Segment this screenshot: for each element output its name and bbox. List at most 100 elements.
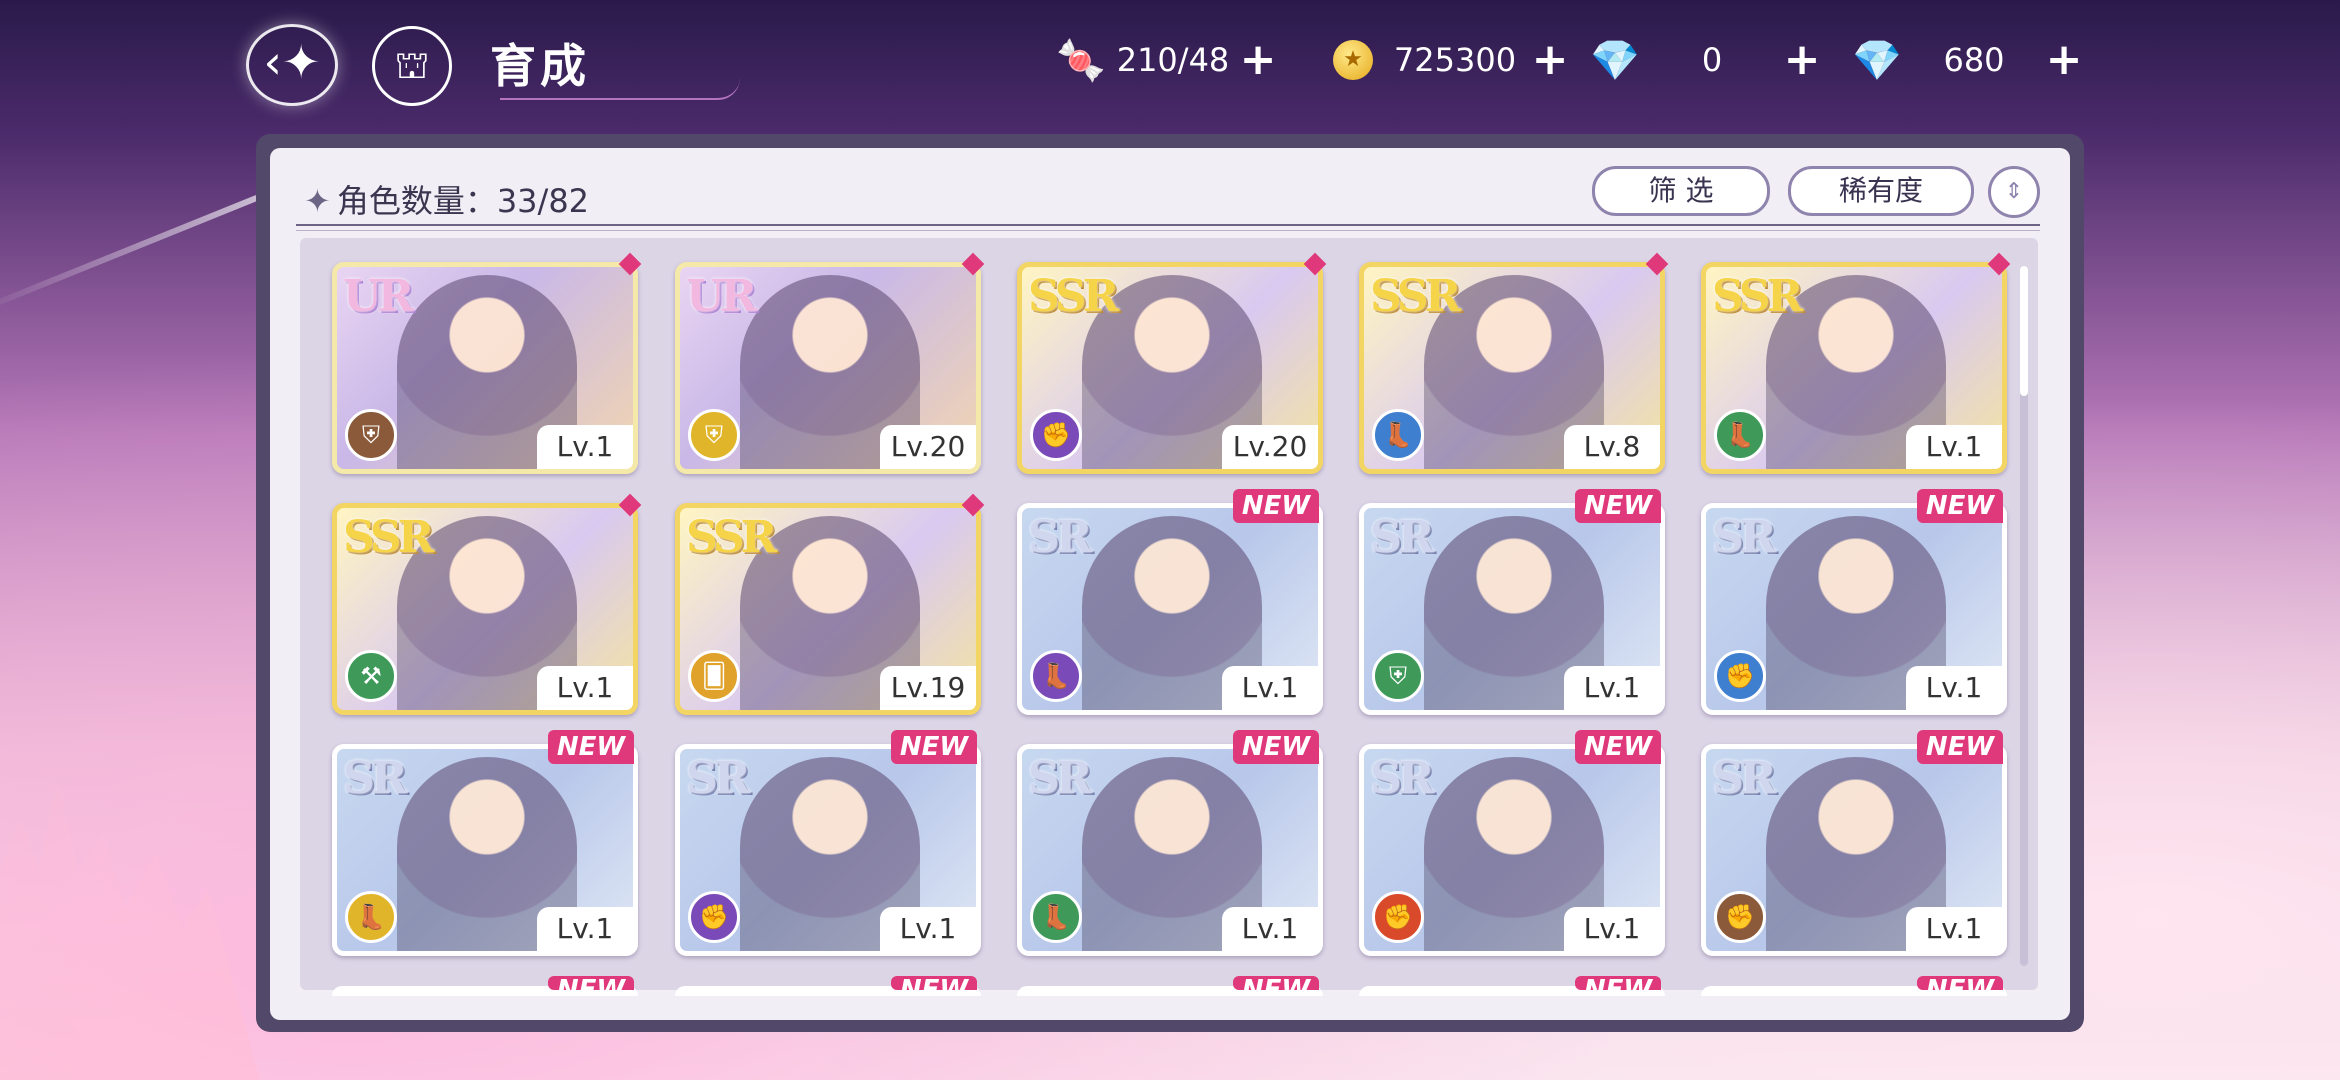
rarity-label: UR: [686, 271, 757, 322]
rarity-label: SR: [1712, 512, 1776, 563]
fist-role-icon: ✊: [1714, 650, 1766, 702]
new-badge: NEW: [1917, 976, 2003, 990]
coin-icon: ★: [1333, 40, 1373, 80]
level-label: Lv.8: [1564, 425, 1660, 469]
character-card[interactable]: SR ⛨ Lv.1: [1359, 503, 1665, 715]
castle-icon: ⛫: [394, 43, 430, 87]
character-card[interactable]: SR 👢 Lv.1: [332, 744, 638, 956]
home-button[interactable]: ⛫: [372, 26, 452, 106]
level-label: Lv.1: [1906, 425, 2002, 469]
character-card[interactable]: SR ✊ Lv.1: [1359, 744, 1665, 956]
new-badge: NEW: [1233, 976, 1319, 990]
fist-role-icon: ✊: [1030, 409, 1082, 461]
character-card[interactable]: SR 👢 Lv.1: [1017, 744, 1323, 956]
character-card[interactable]: UR ⛨ Lv.20: [675, 262, 981, 474]
level-label: Lv.1: [1906, 907, 2002, 951]
fist-role-icon: ✊: [1372, 891, 1424, 943]
new-badge: NEW: [1575, 976, 1661, 990]
back-arrow-icon: ‹✦: [263, 35, 321, 89]
grid-scrollbar[interactable]: [2020, 266, 2028, 966]
level-label: Lv.1: [880, 907, 976, 951]
character-card[interactable]: SR ✊ Lv.1: [675, 744, 981, 956]
character-card[interactable]: SR ✊ Lv.1: [1701, 744, 2007, 956]
currency-value: 0: [1701, 41, 1723, 79]
shield-role-icon: ⛨: [688, 409, 740, 461]
level-label: Lv.1: [1564, 666, 1660, 710]
fist-role-icon: ✊: [688, 891, 740, 943]
level-label: Lv.1: [1222, 666, 1318, 710]
character-card[interactable]: SSR 🂠 Lv.19: [675, 503, 981, 715]
rarity-label: SR: [1028, 512, 1092, 563]
currency-candy: 🍬 210/48 +: [1054, 34, 1278, 86]
rarity-label: UR: [343, 271, 414, 322]
rarity-label: SSR: [343, 512, 434, 563]
character-card[interactable]: SR ✊ Lv.1: [1701, 503, 2007, 715]
rarity-label: SSR: [1028, 271, 1119, 322]
character-card[interactable]: SSR ⚒ Lv.1: [332, 503, 638, 715]
new-badge: NEW: [1575, 730, 1661, 764]
sparkle-icon: ✦: [304, 182, 331, 220]
new-badge: NEW: [1233, 489, 1319, 523]
pink-gem-icon: 💎: [1590, 37, 1640, 84]
rarity-label: SR: [1370, 753, 1434, 804]
new-badge: NEW: [1233, 730, 1319, 764]
background-castle: [0, 776, 260, 1080]
rarity-label: SSR: [1370, 271, 1461, 322]
character-count: ✦ 角色数量：33/82: [304, 176, 589, 222]
new-badge: NEW: [891, 730, 977, 764]
sort-rarity-button[interactable]: 稀有度: [1788, 166, 1974, 216]
header-divider: [296, 224, 2040, 231]
rarity-label: SR: [1028, 753, 1092, 804]
boot-role-icon: 👢: [1030, 891, 1082, 943]
character-card[interactable]: SSR 👢 Lv.8: [1359, 262, 1665, 474]
level-label: Lv.20: [880, 425, 976, 469]
new-badge: NEW: [891, 976, 977, 990]
currency-value: 210/48: [1116, 41, 1230, 79]
level-label: Lv.1: [1222, 907, 1318, 951]
add-coin-button[interactable]: +: [1530, 38, 1570, 82]
boot-role-icon: 👢: [345, 891, 397, 943]
rarity-label: SSR: [686, 512, 777, 563]
boot-role-icon: 👢: [1030, 650, 1082, 702]
currency-value: 680: [1943, 41, 2005, 79]
add-pink-gem-button[interactable]: +: [1782, 38, 1822, 82]
level-label: Lv.1: [537, 907, 633, 951]
level-label: Lv.20: [1222, 425, 1318, 469]
shield-role-icon: ⛨: [345, 409, 397, 461]
new-badge: NEW: [1917, 730, 2003, 764]
new-badge: NEW: [548, 730, 634, 764]
sort-arrows-icon: ⇕: [2004, 179, 2024, 204]
scrollbar-thumb[interactable]: [2020, 266, 2028, 396]
rarity-label: SR: [343, 753, 407, 804]
character-card[interactable]: SR 👢 Lv.1: [1017, 503, 1323, 715]
sort-order-toggle[interactable]: ⇕: [1988, 166, 2040, 218]
currency-value: 725300: [1393, 41, 1517, 79]
add-candy-button[interactable]: +: [1238, 38, 1278, 82]
shield-role-icon: ⛨: [1372, 650, 1424, 702]
character-card[interactable]: UR ⛨ Lv.1: [332, 262, 638, 474]
boot-role-icon: 👢: [1372, 409, 1424, 461]
currency-blue-gem: 💎 680 +: [1850, 34, 2084, 86]
rarity-label: SR: [686, 753, 750, 804]
currency-pink-gem: 💎 0 +: [1588, 34, 1822, 86]
add-blue-gem-button[interactable]: +: [2044, 38, 2084, 82]
back-button[interactable]: ‹✦: [246, 24, 338, 106]
rarity-label: SSR: [1712, 271, 1803, 322]
level-label: Lv.1: [1564, 907, 1660, 951]
character-card[interactable]: SSR ✊ Lv.20: [1017, 262, 1323, 474]
top-bar: ‹✦ ⛫ 育成 🍬 210/48 + ★ 725300 + 💎 0 + 💎 68…: [0, 0, 2340, 130]
boot-role-icon: 👢: [1714, 409, 1766, 461]
rarity-label: SR: [1712, 753, 1776, 804]
fist-role-icon: ✊: [1714, 891, 1766, 943]
level-label: Lv.1: [537, 666, 633, 710]
title-decoration: [500, 78, 740, 100]
new-badge: NEW: [1575, 489, 1661, 523]
new-badge: NEW: [1917, 489, 2003, 523]
character-card[interactable]: SSR 👢 Lv.1: [1701, 262, 2007, 474]
rarity-label: SR: [1370, 512, 1434, 563]
blue-gem-icon: 💎: [1852, 37, 1902, 84]
level-label: Lv.19: [880, 666, 976, 710]
candy-icon: 🍬: [1056, 37, 1106, 84]
hammer-role-icon: ⚒: [345, 650, 397, 702]
filter-button[interactable]: 筛 选: [1592, 166, 1770, 216]
